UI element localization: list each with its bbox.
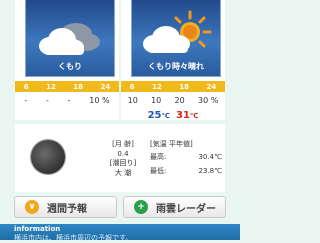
precip-value: - bbox=[45, 95, 49, 105]
hour-label: 12 bbox=[46, 82, 56, 91]
hour-label: 12 bbox=[152, 82, 162, 91]
weather-image-right: くもり時々晴れ bbox=[131, 0, 221, 77]
weather-image-left: くもり bbox=[25, 0, 115, 77]
weather-label-left: くもり bbox=[58, 62, 82, 71]
temp-row: 25℃ 31℃ bbox=[121, 108, 225, 122]
hour-label: 18 bbox=[179, 82, 190, 91]
hour-label: 18 bbox=[73, 82, 84, 91]
moon-info: [月 齢] 0.4 [潮回り] 大 潮 bbox=[93, 140, 153, 178]
precip-value: 10 bbox=[151, 95, 162, 105]
normal-temp-info: [気温 平年値] 最高: 30.4℃ 最低: 23.8℃ bbox=[150, 140, 222, 177]
forecast-card-right: くもり時々晴れ 6 12 18 24 10 10 20 30 % 25℃ 31℃ bbox=[121, 0, 225, 122]
information-title: information bbox=[14, 225, 61, 233]
precip-value: - bbox=[24, 95, 28, 105]
tide-value: 大 潮 bbox=[114, 168, 132, 177]
precip-unit: % bbox=[101, 95, 110, 105]
precip-value: 20 bbox=[174, 95, 185, 105]
hour-bar-left: 6 12 18 24 bbox=[15, 81, 119, 92]
precip-value: - bbox=[67, 95, 71, 105]
hour-bar-right: 6 12 18 24 bbox=[121, 81, 225, 92]
cloud-icon bbox=[39, 23, 100, 55]
moon-age-value: 0.4 bbox=[117, 149, 129, 158]
chevron-down-icon: ∨ bbox=[25, 200, 39, 214]
plus-icon: + bbox=[134, 200, 148, 214]
information-text: 横浜市内は、横浜市周辺の予報です。 bbox=[14, 234, 133, 242]
hour-label: 24 bbox=[206, 82, 217, 91]
moon-info-panel: [月 齢] 0.4 [潮回り] 大 潮 [気温 平年値] 最高: 30.4℃ 最… bbox=[15, 124, 225, 192]
weather-label-right: くもり時々晴れ bbox=[148, 62, 204, 71]
precip-value: 30 % bbox=[197, 95, 219, 105]
normal-temp-header: [気温 平年値] bbox=[150, 140, 193, 148]
moon-age-label: [月 齢] bbox=[112, 140, 134, 148]
hour-label: 6 bbox=[23, 82, 29, 91]
precip-value: 10 % bbox=[89, 95, 110, 105]
normal-max-label: 最高: bbox=[150, 152, 167, 161]
cloud-sun-icon bbox=[143, 10, 212, 53]
information-bar[interactable]: information 横浜市内は、横浜市周辺の予報です。 bbox=[0, 224, 240, 242]
precip-row-right: 10 10 20 30 % bbox=[121, 94, 225, 106]
tide-label: [潮回り] bbox=[109, 159, 137, 167]
weekly-forecast-button[interactable]: ∨ 週間予報 bbox=[14, 196, 117, 218]
normal-max-value: 30.4℃ bbox=[198, 152, 222, 161]
hour-label: 6 bbox=[129, 82, 135, 91]
precip-unit: % bbox=[210, 95, 219, 105]
temp-min: 25℃ bbox=[147, 109, 170, 121]
normal-min-label: 最低: bbox=[150, 167, 167, 175]
weekly-forecast-label: 週間予報 bbox=[47, 203, 87, 215]
forecast-card-left: くもり 6 12 18 24 - - - 10 % bbox=[15, 0, 119, 120]
temp-max: 31℃ bbox=[176, 109, 199, 121]
precip-row-left: - - - 10 % bbox=[15, 94, 119, 106]
moon-phase-icon bbox=[31, 140, 65, 174]
rain-radar-label: 雨雲レーダー bbox=[156, 203, 216, 215]
precip-value: 10 bbox=[127, 95, 138, 105]
rain-radar-button[interactable]: + 雨雲レーダー bbox=[123, 196, 226, 218]
hour-label: 24 bbox=[100, 82, 111, 91]
normal-min-value: 23.8℃ bbox=[198, 167, 222, 175]
